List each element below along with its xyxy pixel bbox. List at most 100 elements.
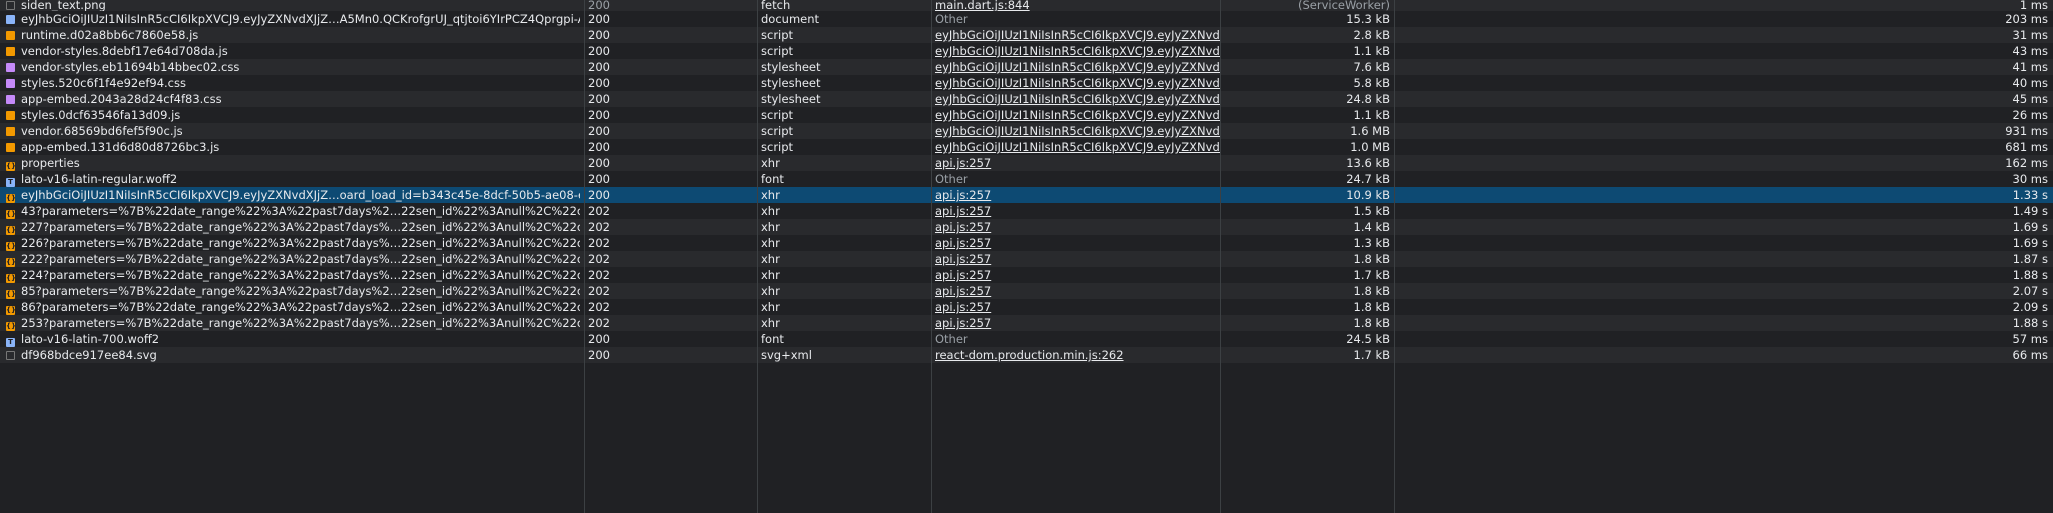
request-type: font	[761, 332, 784, 346]
column-divider[interactable]	[1220, 0, 1221, 513]
table-row[interactable]: app-embed.131d6d80d8726bc3.js 200 script ey…	[0, 139, 2053, 155]
request-initiator-link[interactable]: eyJhbGciOiJIUzI1NiIsInR5cCI6IkpXVCJ9.eyJ…	[935, 108, 1220, 122]
request-name: 253?parameters=%7B%22date_range%22%3A%22…	[21, 316, 580, 330]
request-status: 200	[588, 28, 610, 42]
request-size: 24.5 kB	[1346, 332, 1390, 346]
request-initiator-link[interactable]: eyJhbGciOiJIUzI1NiIsInR5cCI6IkpXVCJ9.eyJ…	[935, 124, 1220, 138]
table-row[interactable]: Tlato-v16-latin-regular.woff2 200 font Othe…	[0, 171, 2053, 187]
request-initiator-link[interactable]: eyJhbGciOiJIUzI1NiIsInR5cCI6IkpXVCJ9.eyJ…	[935, 140, 1220, 154]
column-divider[interactable]	[931, 0, 932, 513]
request-time: 1.69 s	[2012, 220, 2048, 234]
request-time: 1.33 s	[2012, 188, 2048, 202]
request-name: siden_text.png	[21, 0, 106, 11]
table-row[interactable]: app-embed.2043a28d24cf4f83.css 200 stylesh…	[0, 91, 2053, 107]
request-initiator-link[interactable]: api.js:257	[935, 156, 991, 170]
request-initiator-link[interactable]: api.js:257	[935, 316, 991, 330]
request-initiator-link[interactable]: api.js:257	[935, 252, 991, 266]
request-name: vendor.68569bd6fef5f90c.js	[21, 124, 183, 138]
request-size: 1.8 kB	[1353, 284, 1391, 298]
column-divider[interactable]	[1394, 0, 1395, 513]
table-row[interactable]: vendor-styles.8debf17e64d708da.js 200 scri…	[0, 43, 2053, 59]
request-type: script	[761, 124, 794, 138]
table-row[interactable]: runtime.d02a8bb6c7860e58.js 200 script eyJh…	[0, 27, 2053, 43]
request-status: 202	[588, 316, 610, 330]
table-row[interactable]: eyJhbGciOiJIUzI1NiIsInR5cCI6IkpXVCJ9.eyJ…	[0, 11, 2053, 27]
table-row[interactable]: styles.520c6f1f4e92ef94.css 200 stylesheet…	[0, 75, 2053, 91]
font-icon: T	[6, 338, 15, 347]
request-name: vendor-styles.eb11694b14bbec02.css	[21, 60, 240, 74]
request-size: 1.1 kB	[1353, 108, 1391, 122]
table-row[interactable]: {} 86?parameters=%7B%22date_range%22%3A%2…	[0, 299, 2053, 315]
request-initiator-link[interactable]: api.js:257	[935, 268, 991, 282]
request-time: 1.69 s	[2012, 236, 2048, 250]
request-status: 200	[588, 172, 610, 186]
request-size: 15.3 kB	[1346, 12, 1390, 26]
xhr-icon: {}	[6, 274, 16, 283]
request-size: 1.8 kB	[1353, 316, 1391, 330]
empty-table-area	[0, 364, 2053, 513]
xhr-icon: {}	[6, 258, 16, 267]
request-name: eyJhbGciOiJIUzI1NiIsInR5cCI6IkpXVCJ9.eyJ…	[21, 188, 580, 202]
request-name: 85?parameters=%7B%22date_range%22%3A%22p…	[21, 284, 580, 298]
request-initiator-link[interactable]: api.js:257	[935, 284, 991, 298]
request-initiator-link[interactable]: api.js:257	[935, 204, 991, 218]
request-size: (ServiceWorker)	[1298, 0, 1390, 11]
request-initiator-link[interactable]: api.js:257	[935, 236, 991, 250]
request-initiator-link[interactable]: eyJhbGciOiJIUzI1NiIsInR5cCI6IkpXVCJ9.eyJ…	[935, 60, 1220, 74]
request-status: 202	[588, 284, 610, 298]
table-row[interactable]: {} 227?parameters=%7B%22date_range%22%3A%…	[0, 219, 2053, 235]
table-row[interactable]: vendor.68569bd6fef5f90c.js 200 script eyJhb…	[0, 123, 2053, 139]
script-icon	[6, 143, 15, 152]
request-time: 162 ms	[2005, 156, 2048, 170]
image-icon	[6, 351, 15, 360]
table-row[interactable]: {} properties 200 xhr api.js:257 13.6 kB 162 m…	[0, 155, 2053, 171]
table-row[interactable]: styles.0dcf63546fa13d09.js 200 script eyJhb…	[0, 107, 2053, 123]
table-row[interactable]: {} 85?parameters=%7B%22date_range%22%3A%2…	[0, 283, 2053, 299]
request-status: 200	[588, 156, 610, 170]
table-row-selected[interactable]: {} eyJhbGciOiJIUzI1NiIsInR5cCI6IkpXVCJ9.e…	[0, 187, 2053, 203]
table-row[interactable]: Tlato-v16-latin-700.woff2 200 font Other 24.…	[0, 331, 2053, 347]
request-initiator-link[interactable]: api.js:257	[935, 300, 991, 314]
request-name: lato-v16-latin-regular.woff2	[21, 172, 178, 186]
request-time: 40 ms	[2012, 76, 2048, 90]
table-row[interactable]: df968bdce917ee84.svg 200 svg+xml react-dom.…	[0, 347, 2053, 363]
table-row[interactable]: {} 253?parameters=%7B%22date_range%22%3A%…	[0, 315, 2053, 331]
request-type: font	[761, 172, 784, 186]
table-row[interactable]: {} 43?parameters=%7B%22date_range%22%3A%2…	[0, 203, 2053, 219]
request-type: script	[761, 140, 794, 154]
request-initiator: Other	[935, 332, 968, 346]
request-size: 1.6 MB	[1350, 124, 1390, 138]
request-size: 1.8 kB	[1353, 300, 1391, 314]
request-initiator-link[interactable]: api.js:257	[935, 220, 991, 234]
request-initiator-link[interactable]: eyJhbGciOiJIUzI1NiIsInR5cCI6IkpXVCJ9.eyJ…	[935, 28, 1220, 42]
column-divider[interactable]	[757, 0, 758, 513]
stylesheet-icon	[6, 63, 15, 72]
table-row[interactable]: {} 224?parameters=%7B%22date_range%22%3A%…	[0, 267, 2053, 283]
request-initiator-link[interactable]: api.js:257	[935, 188, 991, 202]
xhr-icon: {}	[6, 162, 16, 171]
request-initiator-link[interactable]: eyJhbGciOiJIUzI1NiIsInR5cCI6IkpXVCJ9.eyJ…	[935, 44, 1220, 58]
request-initiator-link[interactable]: eyJhbGciOiJIUzI1NiIsInR5cCI6IkpXVCJ9.eyJ…	[935, 92, 1220, 106]
request-name: styles.0dcf63546fa13d09.js	[21, 108, 181, 122]
request-type: xhr	[761, 252, 780, 266]
column-divider[interactable]	[584, 0, 585, 513]
request-status: 202	[588, 204, 610, 218]
request-initiator-link[interactable]: eyJhbGciOiJIUzI1NiIsInR5cCI6IkpXVCJ9.eyJ…	[935, 76, 1220, 90]
table-row[interactable]: {} 226?parameters=%7B%22date_range%22%3A%…	[0, 235, 2053, 251]
request-initiator-link[interactable]: main.dart.js:844	[935, 0, 1030, 11]
table-row[interactable]: vendor-styles.eb11694b14bbec02.css 200 sty…	[0, 59, 2053, 75]
request-time: 26 ms	[2012, 108, 2048, 122]
request-name: eyJhbGciOiJIUzI1NiIsInR5cCI6IkpXVCJ9.eyJ…	[21, 12, 580, 26]
request-initiator-link[interactable]: react-dom.production.min.js:262	[935, 348, 1124, 362]
font-icon: T	[6, 178, 15, 187]
request-time: 30 ms	[2012, 172, 2048, 186]
xhr-icon: {}	[6, 290, 16, 299]
request-size: 1.4 kB	[1353, 220, 1391, 234]
request-type: svg+xml	[761, 348, 812, 362]
request-name: 86?parameters=%7B%22date_range%22%3A%22p…	[21, 300, 580, 314]
table-row[interactable]: {} 222?parameters=%7B%22date_range%22%3A%…	[0, 251, 2053, 267]
table-row[interactable]: siden_text.png 200 fetch main.dart.js:84…	[0, 0, 2053, 11]
request-size: 5.8 kB	[1353, 76, 1391, 90]
xhr-icon: {}	[6, 306, 16, 315]
request-size: 1.0 MB	[1350, 140, 1390, 154]
